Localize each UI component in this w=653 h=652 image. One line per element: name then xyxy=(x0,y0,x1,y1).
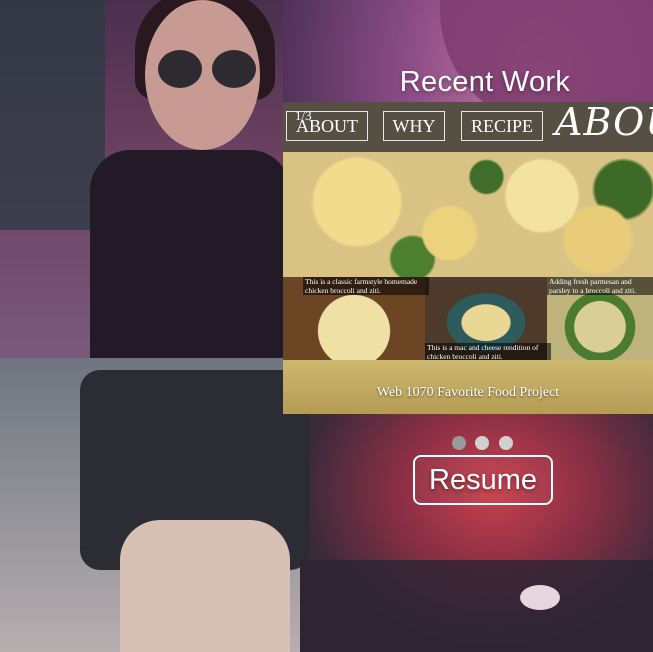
slide-nav-recipe: RECIPE xyxy=(461,111,543,141)
thumb-caption: Adding fresh parmesan and parsley to a b… xyxy=(547,277,653,295)
mural-finger xyxy=(520,585,560,610)
slide-dot-2[interactable] xyxy=(475,436,489,450)
slide-nav-why: WHY xyxy=(383,111,445,141)
slide-dot-3[interactable] xyxy=(499,436,513,450)
black-top xyxy=(90,150,290,360)
thumb-caption: This is a classic farmstyle homemade chi… xyxy=(303,277,429,295)
dark-shadow xyxy=(300,560,653,652)
slide-brand-text: ABOU xyxy=(555,102,653,144)
slide-caption: Web 1070 Favorite Food Project xyxy=(376,385,560,400)
slide-counter: 1/3 xyxy=(295,108,312,123)
legs xyxy=(120,520,290,652)
sunglasses xyxy=(158,50,258,92)
slide-hero-image xyxy=(283,152,653,277)
resume-button[interactable]: Resume xyxy=(413,455,553,505)
slide-site-nav: ABOUT WHY RECIPE ABOU 1/3 xyxy=(283,102,653,152)
section-title: Recent Work xyxy=(399,66,571,98)
work-slideshow[interactable]: ABOUT WHY RECIPE ABOU 1/3 This is a clas… xyxy=(283,102,653,414)
slide-thumbnails: This is a classic farmstyle homemade chi… xyxy=(283,277,653,361)
thumb-caption: This is a mac and cheese rendition of ch… xyxy=(425,343,551,361)
slide-dot-1[interactable] xyxy=(452,436,466,450)
